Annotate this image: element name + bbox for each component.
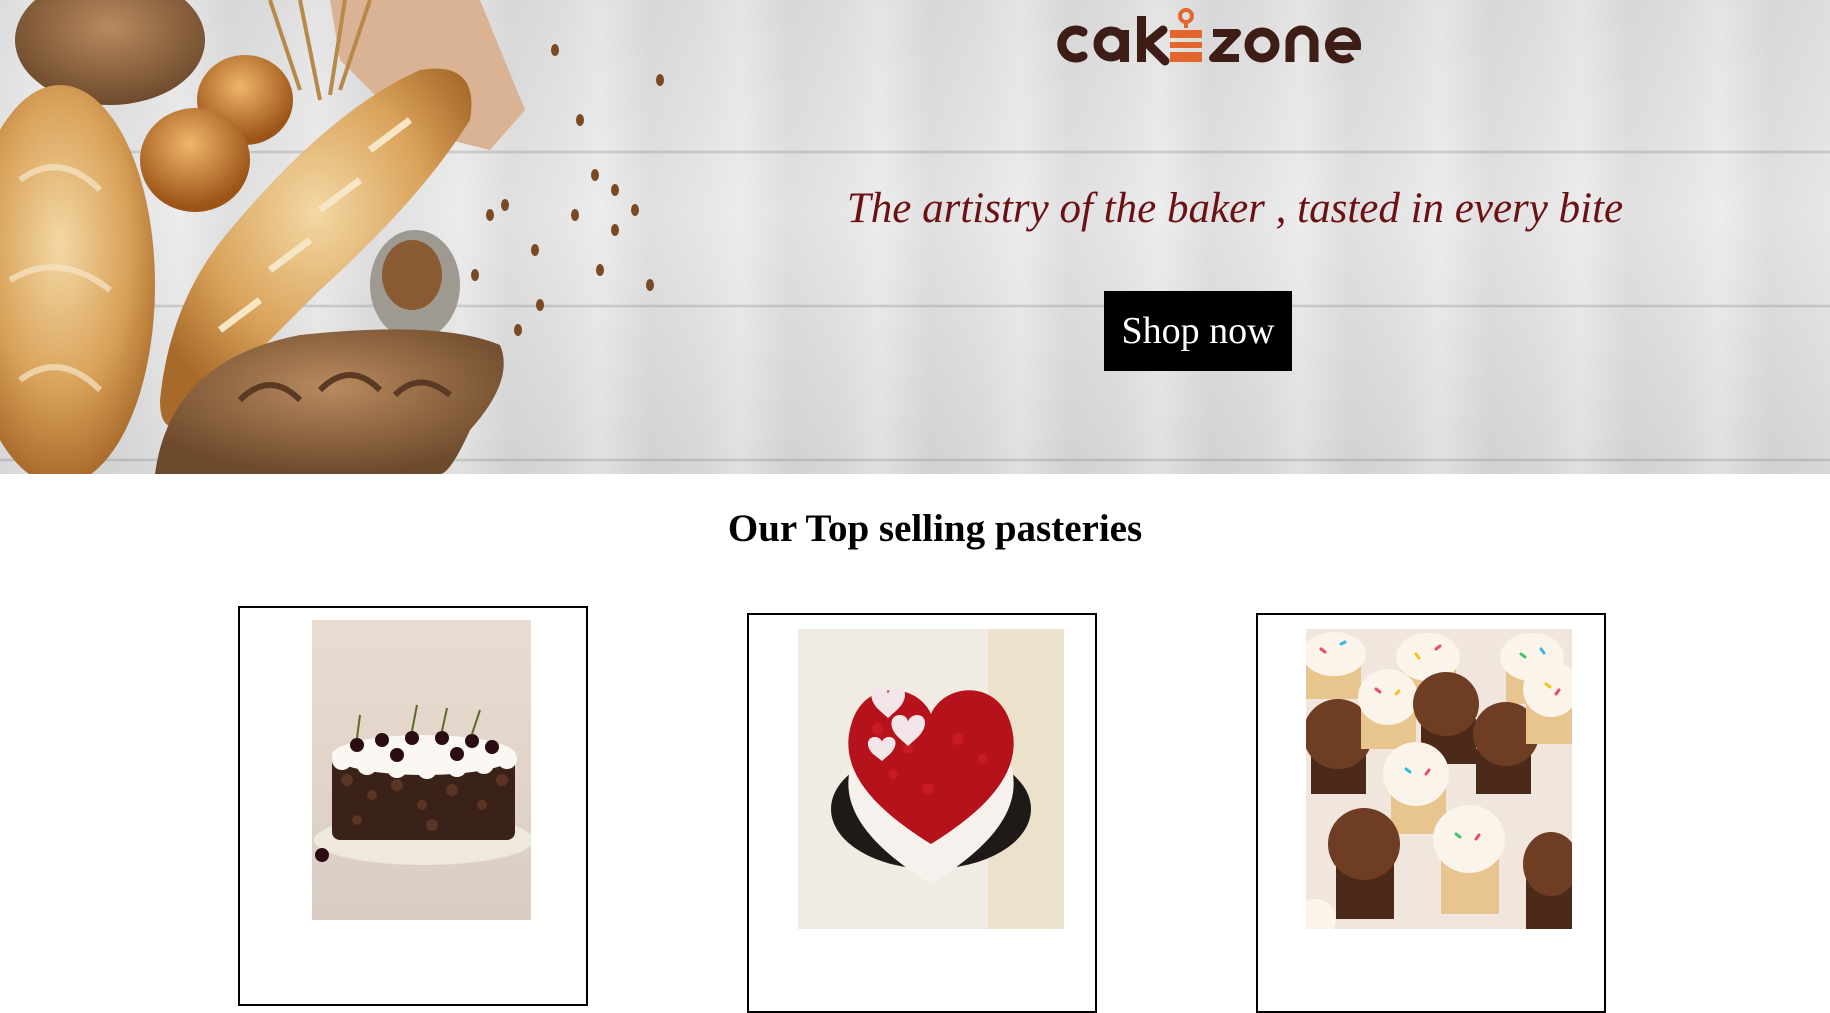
hero-banner: The artistry of the baker , tasted in ev… xyxy=(0,0,1830,474)
black-forest-cake-photo xyxy=(312,620,531,920)
product-card-black-forest[interactable] xyxy=(238,606,588,1006)
logo-graphic xyxy=(1057,8,1361,66)
cupcakes-image[interactable] xyxy=(1306,629,1572,929)
product-card-red-velvet[interactable] xyxy=(747,613,1097,1013)
cakezone-logo[interactable] xyxy=(1053,6,1370,68)
assorted-cupcakes-photo xyxy=(1306,629,1572,929)
red-velvet-heart-cake-photo xyxy=(798,629,1064,929)
section-title: Our Top selling pasteries xyxy=(727,507,1143,550)
product-card-cupcakes[interactable] xyxy=(1256,613,1606,1013)
red-velvet-cake-image[interactable] xyxy=(798,629,1064,929)
black-forest-cake-image[interactable] xyxy=(312,620,531,920)
bread-photo xyxy=(0,0,664,474)
shop-now-button[interactable]: Shop now xyxy=(1104,291,1292,371)
hero-tagline: The artistry of the baker , tasted in ev… xyxy=(846,185,1624,232)
